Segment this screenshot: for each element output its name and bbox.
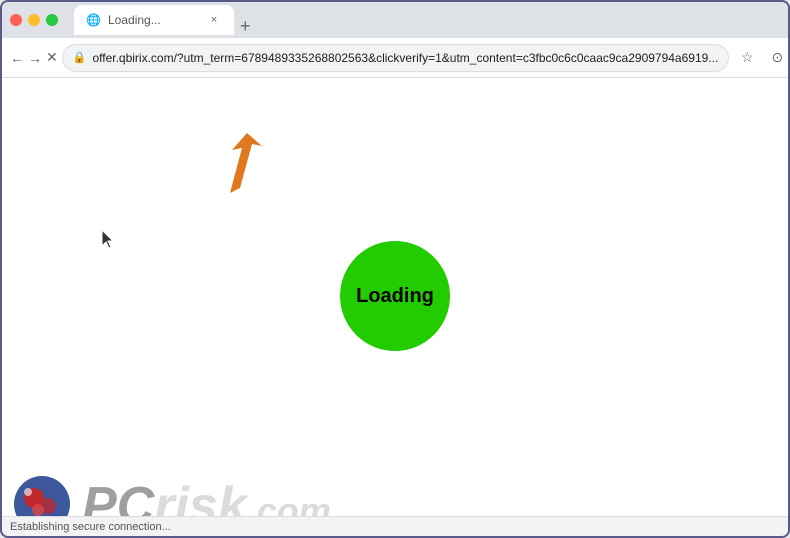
window-controls [10, 14, 58, 26]
maximize-window-button[interactable] [46, 14, 58, 26]
close-tab-button[interactable]: × [206, 12, 222, 28]
address-bar[interactable]: 🔒 offer.qbirix.com/?utm_term=67894893352… [62, 44, 730, 72]
bookmark-button[interactable]: ☆ [733, 44, 761, 72]
forward-button[interactable]: → [28, 44, 42, 72]
tab-favicon-icon: 🌐 [86, 13, 100, 27]
mouse-cursor [102, 230, 114, 248]
active-tab[interactable]: 🌐 Loading... × [74, 5, 234, 35]
title-bar: 🌐 Loading... × + [2, 2, 788, 38]
loading-text: Loading [356, 285, 434, 308]
loading-indicator: Loading [340, 241, 450, 351]
new-tab-button[interactable]: + [234, 17, 257, 35]
arrow-annotation [212, 128, 272, 198]
minimize-window-button[interactable] [28, 14, 40, 26]
lock-icon: 🔒 [73, 51, 87, 64]
close-window-button[interactable] [10, 14, 22, 26]
navigation-bar: ← → ✕ 🔒 offer.qbirix.com/?utm_term=67894… [2, 38, 788, 78]
back-button[interactable]: ← [10, 44, 24, 72]
status-text: Establishing secure connection... [10, 521, 171, 533]
tab-bar: 🌐 Loading... × + [74, 5, 780, 35]
account-button[interactable]: ⊙ [763, 44, 788, 72]
status-bar: Establishing secure connection... [2, 516, 788, 536]
browser-window: 🌐 Loading... × + ← → ✕ 🔒 offer.qbirix.co… [2, 2, 788, 536]
reload-button[interactable]: ✕ [46, 44, 58, 72]
tab-title: Loading... [108, 13, 161, 27]
url-text: offer.qbirix.com/?utm_term=6789489335268… [92, 51, 718, 65]
nav-actions: ☆ ⊙ ⋮ [733, 44, 788, 72]
page-content: Loading PCrisk.com Establishing secure c… [2, 78, 788, 536]
